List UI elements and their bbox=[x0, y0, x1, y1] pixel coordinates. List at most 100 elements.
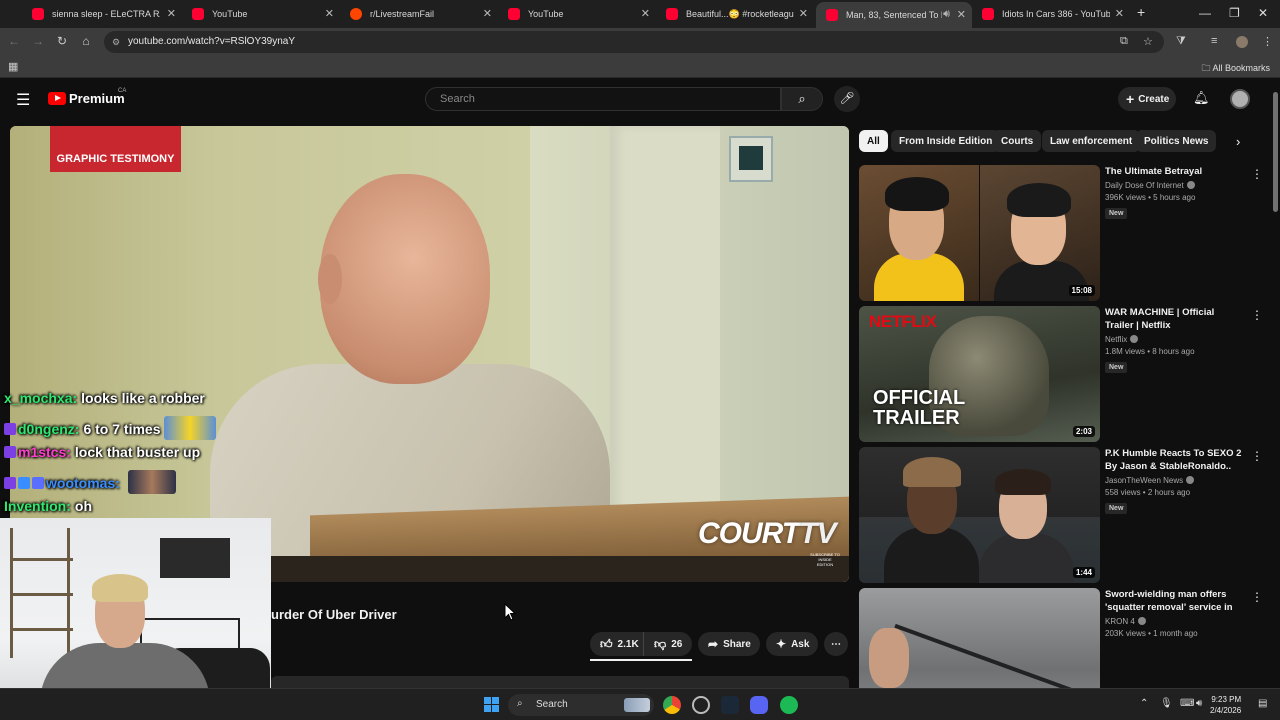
recommended-video[interactable]: 1:44 P.K Humble Reacts To SEXO 2 By Jaso… bbox=[859, 447, 1264, 583]
video-meta: 1.8M views • 8 hours ago bbox=[1105, 347, 1195, 356]
channel-name[interactable]: JasonTheWeen News bbox=[1105, 476, 1183, 485]
video-title[interactable]: P.K Humble Reacts To SEXO 2 By Jason & S… bbox=[1105, 447, 1245, 473]
windows-start-icon[interactable] bbox=[483, 696, 501, 714]
more-horizontal-icon: ⋯ bbox=[831, 638, 841, 650]
close-tab-icon[interactable]: ✕ bbox=[799, 7, 808, 20]
browser-tab[interactable]: Idiots In Cars 386 - YouTube ✕ bbox=[972, 4, 1130, 24]
network-icon[interactable]: ⌨ bbox=[1180, 698, 1194, 709]
youtube-logo[interactable]: Premium CA bbox=[48, 88, 126, 106]
kebab-menu-icon[interactable]: ⋮ bbox=[1251, 449, 1263, 463]
channel-name[interactable]: KRON 4 bbox=[1105, 617, 1135, 626]
browser-tab-active[interactable]: Man, 83, Sentenced To Life 🔊︎ ✕ bbox=[816, 2, 972, 28]
close-tab-icon[interactable]: ✕ bbox=[1115, 7, 1124, 20]
bookmark-star-icon[interactable]: ☆ bbox=[1143, 35, 1153, 48]
ask-button[interactable]: ✦ Ask bbox=[766, 632, 818, 656]
description-box[interactable] bbox=[271, 676, 849, 688]
home-icon[interactable]: ⌂ bbox=[78, 34, 94, 48]
close-tab-icon[interactable]: ✕ bbox=[325, 7, 334, 20]
share-button[interactable]: ➦ Share bbox=[698, 632, 760, 656]
like-button[interactable]: 👍︎ 2.1K bbox=[590, 632, 644, 656]
more-actions-button[interactable]: ⋯ bbox=[824, 632, 848, 656]
voice-search-button[interactable]: 🎤︎ bbox=[834, 86, 860, 112]
speaker-icon[interactable]: 🔊︎ bbox=[943, 8, 950, 21]
browser-tab[interactable]: YouTube ✕ bbox=[498, 4, 656, 24]
new-tab-icon[interactable]: + bbox=[1137, 4, 1145, 20]
microphone-icon[interactable]: 🎙︎ bbox=[1160, 698, 1173, 709]
recommended-video[interactable]: Sword-wielding man offers 'squatter remo… bbox=[859, 588, 1264, 688]
forward-icon[interactable]: → bbox=[30, 34, 46, 48]
chrome-icon[interactable] bbox=[663, 696, 681, 714]
video-thumbnail[interactable]: NETFLIX OFFICIAL TRAILER 2:03 bbox=[859, 306, 1100, 442]
video-title[interactable]: WAR MACHINE | Official Trailer | Netflix bbox=[1105, 306, 1245, 332]
video-player[interactable]: GRAPHIC TESTIMONY COURTTV SUBSCRIBE TO I… bbox=[10, 126, 849, 582]
kebab-menu-icon[interactable]: ⋮ bbox=[1251, 308, 1263, 322]
video-thumbnail[interactable] bbox=[859, 588, 1100, 688]
restore-icon[interactable]: ❐ bbox=[1229, 6, 1240, 20]
video-title[interactable]: Sword-wielding man offers 'squatter remo… bbox=[1105, 588, 1245, 614]
create-button[interactable]: + Create bbox=[1118, 87, 1176, 111]
scrollbar-thumb[interactable] bbox=[1273, 92, 1278, 212]
browser-tab[interactable]: YouTube ✕ bbox=[182, 4, 340, 24]
steam-icon[interactable] bbox=[721, 696, 739, 714]
thumbnail-brand-text: NETFLIX bbox=[869, 312, 937, 331]
browser-tab[interactable]: Beautiful...😳 #rocketleague - ✕ bbox=[656, 4, 814, 24]
install-icon[interactable]: ⧉ bbox=[1120, 35, 1128, 48]
back-icon[interactable]: ← bbox=[6, 34, 22, 48]
channel-name[interactable]: Daily Dose Of Internet bbox=[1105, 181, 1184, 190]
chip-courts[interactable]: Courts bbox=[993, 130, 1042, 152]
subscribe-watermark[interactable]: SUBSCRIBE TO INSIDE EDITION bbox=[810, 552, 840, 567]
profile-avatar-icon[interactable] bbox=[1236, 36, 1248, 48]
apps-grid-icon[interactable]: ▦ bbox=[8, 60, 18, 73]
address-bar[interactable]: ⚙ youtube.com/watch?v=RSlOY39ynaY bbox=[104, 31, 1164, 53]
video-thumbnail[interactable]: 1:44 bbox=[859, 447, 1100, 583]
close-window-icon[interactable]: ✕ bbox=[1258, 6, 1268, 20]
search-input[interactable] bbox=[440, 93, 740, 105]
spotify-icon[interactable] bbox=[780, 696, 798, 714]
notifications-bell-icon[interactable]: 🔔︎ bbox=[1193, 90, 1210, 106]
channel-name[interactable]: Netflix bbox=[1105, 335, 1127, 344]
video-title[interactable]: The Ultimate Betrayal bbox=[1105, 165, 1245, 178]
media-controls-icon[interactable]: ≡ bbox=[1211, 35, 1217, 47]
ask-label: Ask bbox=[791, 638, 810, 650]
taskbar-search[interactable]: ⌕ Search bbox=[508, 694, 654, 716]
avatar[interactable] bbox=[1230, 89, 1250, 109]
kebab-menu-icon[interactable]: ⋮ bbox=[1251, 167, 1263, 181]
search-box[interactable] bbox=[425, 87, 781, 111]
site-info-icon[interactable]: ⚙ bbox=[112, 37, 120, 48]
new-badge: New bbox=[1105, 208, 1128, 219]
subscriber-badge-icon bbox=[4, 423, 16, 435]
extensions-icon[interactable]: ⧩ bbox=[1176, 35, 1186, 48]
minimize-icon[interactable]: — bbox=[1199, 6, 1211, 20]
video-thumbnail[interactable]: 15:08 bbox=[859, 165, 1100, 301]
volume-icon[interactable]: 🔊︎ bbox=[1196, 698, 1202, 709]
notifications-icon[interactable]: ▤ bbox=[1258, 698, 1267, 709]
chip-from-inside-edition[interactable]: From Inside Edition bbox=[891, 130, 1001, 152]
browser-tab[interactable]: sienna sleep - ELeCTRA RAVE - ✕ bbox=[22, 4, 182, 24]
close-tab-icon[interactable]: ✕ bbox=[957, 8, 966, 21]
recommended-video[interactable]: NETFLIX OFFICIAL TRAILER 2:03 WAR MACHIN… bbox=[859, 306, 1264, 442]
chip-law-enforcement[interactable]: Law enforcement bbox=[1042, 130, 1141, 152]
browser-tab[interactable]: r/LivestreamFail ✕ bbox=[340, 4, 498, 24]
pikachu-emote-icon bbox=[164, 416, 217, 440]
kebab-menu-icon[interactable]: ⋮ bbox=[1251, 590, 1263, 604]
recommended-video[interactable]: 15:08 The Ultimate Betrayal Daily Dose O… bbox=[859, 165, 1264, 301]
duration-badge: 15:08 bbox=[1068, 285, 1095, 296]
close-tab-icon[interactable]: ✕ bbox=[167, 7, 176, 20]
discord-icon[interactable] bbox=[750, 696, 768, 714]
app-icon[interactable] bbox=[692, 696, 710, 714]
close-tab-icon[interactable]: ✕ bbox=[641, 7, 650, 20]
tray-chevron-icon[interactable]: ⌃ bbox=[1140, 698, 1148, 709]
chip-politics-news[interactable]: Politics News bbox=[1136, 130, 1217, 152]
hamburger-menu-icon[interactable]: ☰ bbox=[16, 90, 30, 110]
search-button[interactable]: ⌕ bbox=[781, 87, 823, 111]
reload-icon[interactable]: ↻ bbox=[54, 34, 70, 48]
chevron-right-icon[interactable]: › bbox=[1236, 134, 1240, 149]
youtube-favicon-icon bbox=[982, 8, 994, 20]
kebab-menu-icon[interactable]: ⋮ bbox=[1262, 35, 1273, 48]
close-tab-icon[interactable]: ✕ bbox=[483, 7, 492, 20]
system-clock[interactable]: 9:23 PM 2/4/2026 bbox=[1210, 694, 1241, 716]
dislike-button[interactable]: 👎︎ 26 bbox=[644, 632, 692, 656]
chip-all[interactable]: All bbox=[859, 130, 888, 152]
moderator-badge-icon bbox=[32, 477, 44, 489]
all-bookmarks-button[interactable]: 🗀︎ All Bookmarks bbox=[1201, 61, 1270, 77]
